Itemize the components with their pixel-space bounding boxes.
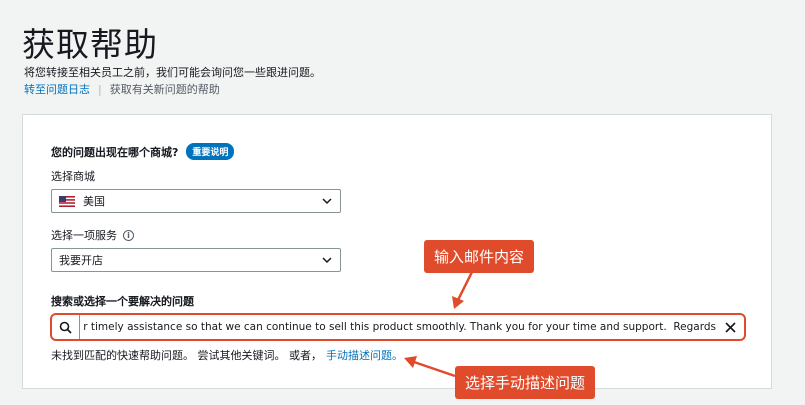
no-match-message: 未找到匹配的快速帮助问题。 尝试其他关键词。 或者， 手动描述问题。 (51, 347, 403, 363)
page-title: 获取帮助 (22, 25, 158, 64)
page-subtitle: 将您转接至相关员工之前，我们可能会询问您一些跟进问题。 (24, 66, 321, 79)
new-help-link[interactable]: 获取有关新问题的帮助 (110, 81, 220, 97)
clear-icon[interactable] (716, 315, 744, 339)
marketplace-question-text: 您的问题出现在哪个商城? (51, 145, 179, 159)
annotation-manual-callout: 选择手动描述问题 (455, 366, 596, 399)
search-label: 搜索或选择一个要解决的问题 (51, 295, 194, 308)
service-select[interactable]: 我要开店 (51, 248, 341, 272)
important-note-badge[interactable]: 重要说明 (186, 143, 235, 160)
chevron-down-icon (322, 198, 332, 205)
marketplace-select[interactable]: 美国 (51, 189, 341, 213)
no-match-text: 未找到匹配的快速帮助问题。 尝试其他关键词。 或者， (51, 349, 322, 362)
marketplace-value: 美国 (83, 195, 105, 208)
help-form-card: 您的问题出现在哪个商城? 重要说明 选择商城 美国 选择一项服务 i 我要开店 … (22, 114, 772, 389)
service-value: 我要开店 (59, 254, 103, 267)
search-icon (52, 315, 80, 339)
issue-search-input[interactable] (80, 315, 716, 339)
issue-search-box (50, 313, 746, 341)
service-label: 选择一项服务 i (51, 227, 134, 243)
case-log-link[interactable]: 转至问题日志 (24, 81, 90, 97)
manual-describe-link[interactable]: 手动描述问题。 (326, 349, 403, 362)
service-label-text: 选择一项服务 (51, 229, 117, 242)
info-icon[interactable]: i (123, 229, 134, 241)
link-separator: | (98, 82, 102, 96)
us-flag-icon (59, 195, 75, 207)
marketplace-label: 选择商城 (51, 170, 95, 183)
annotation-email-callout: 输入邮件内容 (424, 240, 535, 273)
chevron-down-icon (322, 257, 332, 264)
marketplace-question: 您的问题出现在哪个商城? 重要说明 (51, 143, 235, 160)
header-links: 转至问题日志 | 获取有关新问题的帮助 (24, 81, 220, 97)
